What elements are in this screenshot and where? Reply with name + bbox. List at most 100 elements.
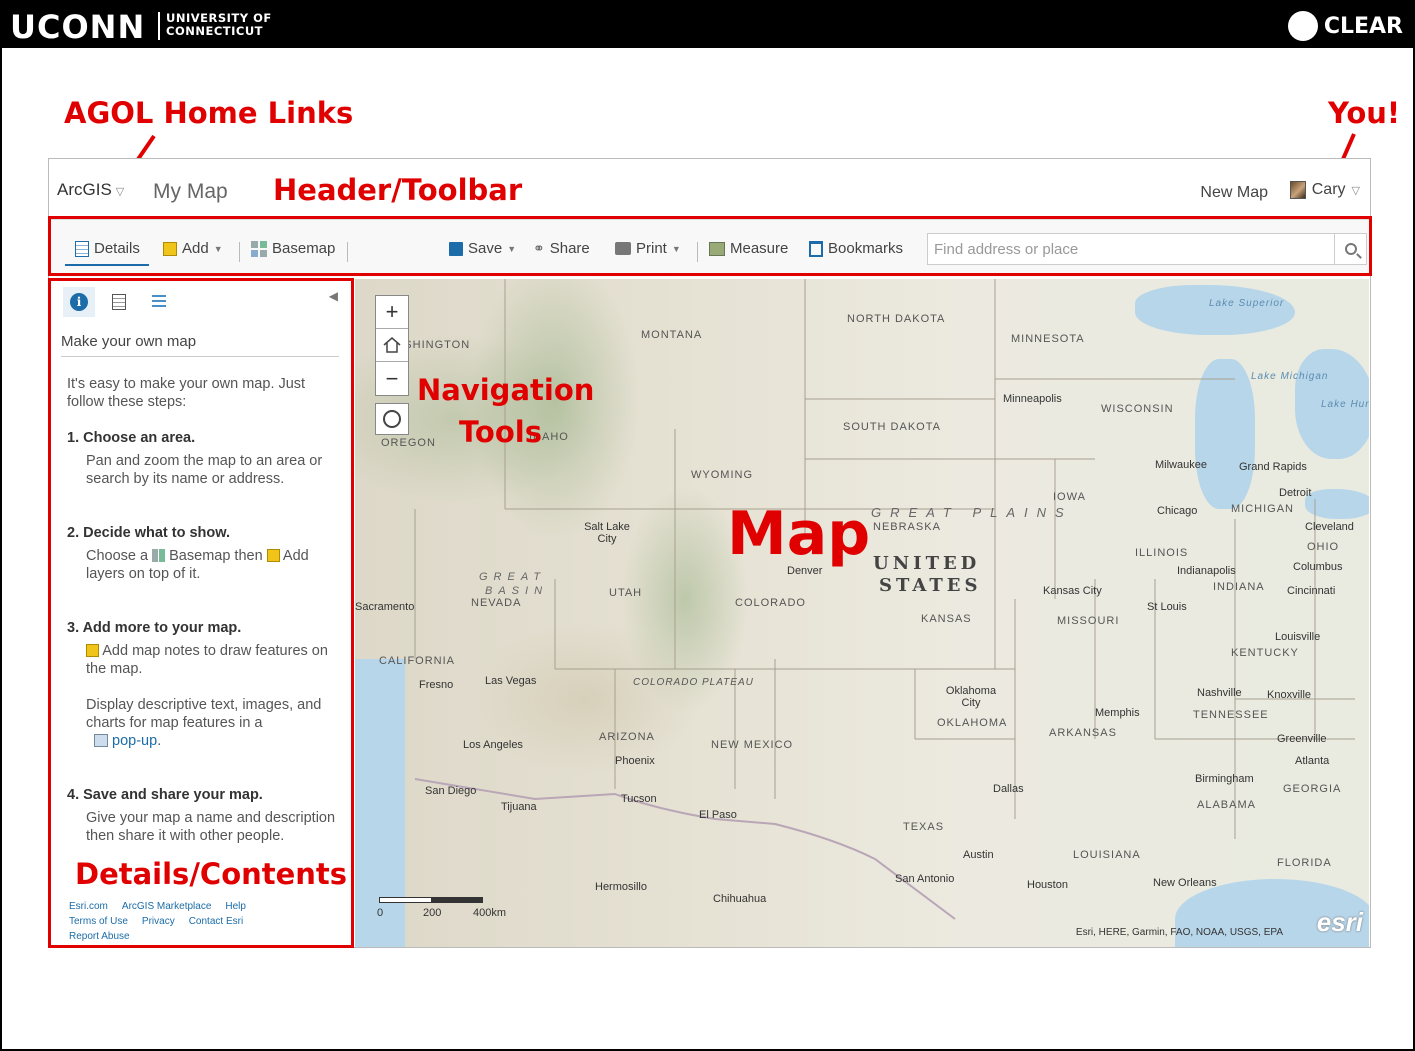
lake-label: Lake Huron — [1321, 399, 1369, 410]
state-label: INDIANA — [1213, 581, 1265, 593]
city-label: Atlanta — [1295, 755, 1330, 767]
state-label: OKLAHOMA — [937, 717, 1008, 729]
city-label: Chihuahua — [713, 893, 767, 905]
city-label: Phoenix — [615, 755, 655, 767]
chevron-down-icon: ▽ — [115, 186, 125, 198]
city-label: Birmingham — [1195, 773, 1254, 785]
city-label: Chicago — [1157, 505, 1198, 517]
city-label: Kansas City — [1043, 585, 1102, 597]
new-map-link[interactable]: New Map — [1200, 184, 1268, 202]
city-label: Minneapolis — [1003, 393, 1062, 405]
city-label: New Orleans — [1153, 877, 1217, 889]
chevron-down-icon: ▽ — [1351, 184, 1360, 197]
annotation-header: Header/Toolbar — [273, 173, 523, 207]
scale-label: 0 — [377, 907, 384, 919]
state-label: TENNESSEE — [1193, 709, 1269, 721]
city-label: Columbus — [1293, 561, 1343, 573]
region-label: COLORADO PLATEAU — [633, 677, 754, 688]
state-label: ILLINOIS — [1135, 547, 1189, 559]
state-label: WYOMING — [691, 469, 753, 481]
highlight-toolbar — [48, 216, 1372, 276]
lake-label: Lake Superior — [1209, 298, 1285, 309]
state-label: NEW MEXICO — [711, 739, 794, 751]
state-label: MINNESOTA — [1011, 333, 1085, 345]
city-label: Oklahoma City — [945, 685, 997, 709]
city-label: San Diego — [425, 785, 477, 797]
annotation-nav: Navigation — [417, 373, 595, 407]
state-label: OHIO — [1307, 541, 1340, 553]
city-label: El Paso — [699, 809, 737, 821]
city-label: San Antonio — [895, 873, 955, 885]
annotation-agol: AGOL Home Links — [64, 96, 354, 130]
city-label: Milwaukee — [1155, 459, 1207, 471]
country-label: STATES — [879, 575, 982, 596]
region-label: BASIN — [485, 585, 549, 597]
locate-icon — [383, 410, 401, 428]
locate-button[interactable] — [375, 403, 409, 435]
clear-logo: CLEAR — [1287, 11, 1403, 41]
state-label: SOUTH DAKOTA — [843, 421, 941, 433]
zoom-controls: + − — [375, 295, 409, 396]
app-header: ArcGIS ▽ My Map Header/Toolbar New Map Ca… — [49, 159, 1370, 219]
city-label: Memphis — [1095, 707, 1140, 719]
city-label: Salt Lake City — [584, 521, 630, 545]
user-menu[interactable]: Cary ▽ — [1289, 181, 1360, 199]
city-label: Los Angeles — [463, 739, 523, 751]
city-label: St Louis — [1147, 601, 1187, 613]
zoom-in-button[interactable]: + — [376, 296, 408, 329]
city-label: Tijuana — [501, 801, 537, 813]
city-label: Knoxville — [1267, 689, 1312, 701]
state-label: NEVADA — [471, 597, 522, 609]
map-title[interactable]: My Map — [153, 180, 228, 204]
city-label: Grand Rapids — [1239, 461, 1307, 473]
state-label: ARKANSAS — [1049, 727, 1117, 739]
arcgis-home-menu[interactable]: ArcGIS ▽ — [57, 180, 124, 200]
state-label: UTAH — [609, 587, 643, 599]
state-label: COLORADO — [735, 597, 806, 609]
state-label: MICHIGAN — [1231, 503, 1294, 515]
region-label: GREAT — [479, 571, 547, 583]
avatar — [1289, 181, 1306, 199]
lake-label: Lake Michigan — [1251, 371, 1329, 382]
city-label: Houston — [1027, 879, 1068, 891]
state-label: IOWA — [1053, 491, 1086, 503]
city-label: Greenville — [1277, 733, 1327, 745]
zoom-out-button[interactable]: − — [376, 362, 408, 395]
state-label: ARIZONA — [599, 731, 655, 743]
state-label: NORTH DAKOTA — [847, 313, 946, 325]
slide: UCONN UNIVERSITY OF CONNECTICUT CLEAR AG… — [0, 0, 1415, 1051]
city-label: Indianapolis — [1177, 565, 1236, 577]
state-label: GEORGIA — [1283, 783, 1342, 795]
uconn-logo: UCONN — [10, 8, 146, 46]
city-label: Nashville — [1197, 687, 1242, 699]
logo-divider — [158, 12, 160, 40]
region-label: GREAT PLAINS — [871, 505, 1073, 520]
city-label: Louisville — [1275, 631, 1321, 643]
scale-label: 200 — [423, 907, 442, 919]
annotation-you: You! — [1328, 96, 1401, 130]
state-label: OREGON — [381, 437, 436, 449]
highlight-details — [48, 278, 354, 948]
city-label: Las Vegas — [485, 675, 537, 687]
map-attribution: Esri, HERE, Garmin, FAO, NOAA, USGS, EPA — [1075, 927, 1283, 938]
country-label: UNITED — [873, 553, 981, 574]
slide-header-bar: UCONN UNIVERSITY OF CONNECTICUT CLEAR — [2, 2, 1415, 48]
state-label: TEXAS — [903, 821, 945, 833]
city-label: Tucson — [621, 793, 657, 805]
state-label: KANSAS — [921, 613, 972, 625]
clear-logo-icon — [1287, 11, 1318, 41]
esri-logo: esri — [1316, 907, 1363, 937]
state-label: MISSOURI — [1057, 615, 1120, 627]
home-button[interactable] — [376, 329, 408, 362]
city-label: Cincinnati — [1287, 585, 1336, 597]
state-label: LOUISIANA — [1073, 849, 1141, 861]
scale-label: 400km — [473, 907, 507, 919]
state-label: NEBRASKA — [873, 521, 941, 533]
map-view[interactable]: NORTH DAKOTA MONTANA MINNESOTA WASHINGTO… — [355, 279, 1369, 947]
city-label: Hermosillo — [595, 881, 647, 893]
city-label: Fresno — [419, 679, 454, 691]
state-label: ALABAMA — [1197, 799, 1256, 811]
uconn-subtitle: UNIVERSITY OF CONNECTICUT — [166, 11, 272, 38]
city-label: Sacramento — [355, 601, 415, 613]
city-label: Cleveland — [1305, 521, 1354, 533]
